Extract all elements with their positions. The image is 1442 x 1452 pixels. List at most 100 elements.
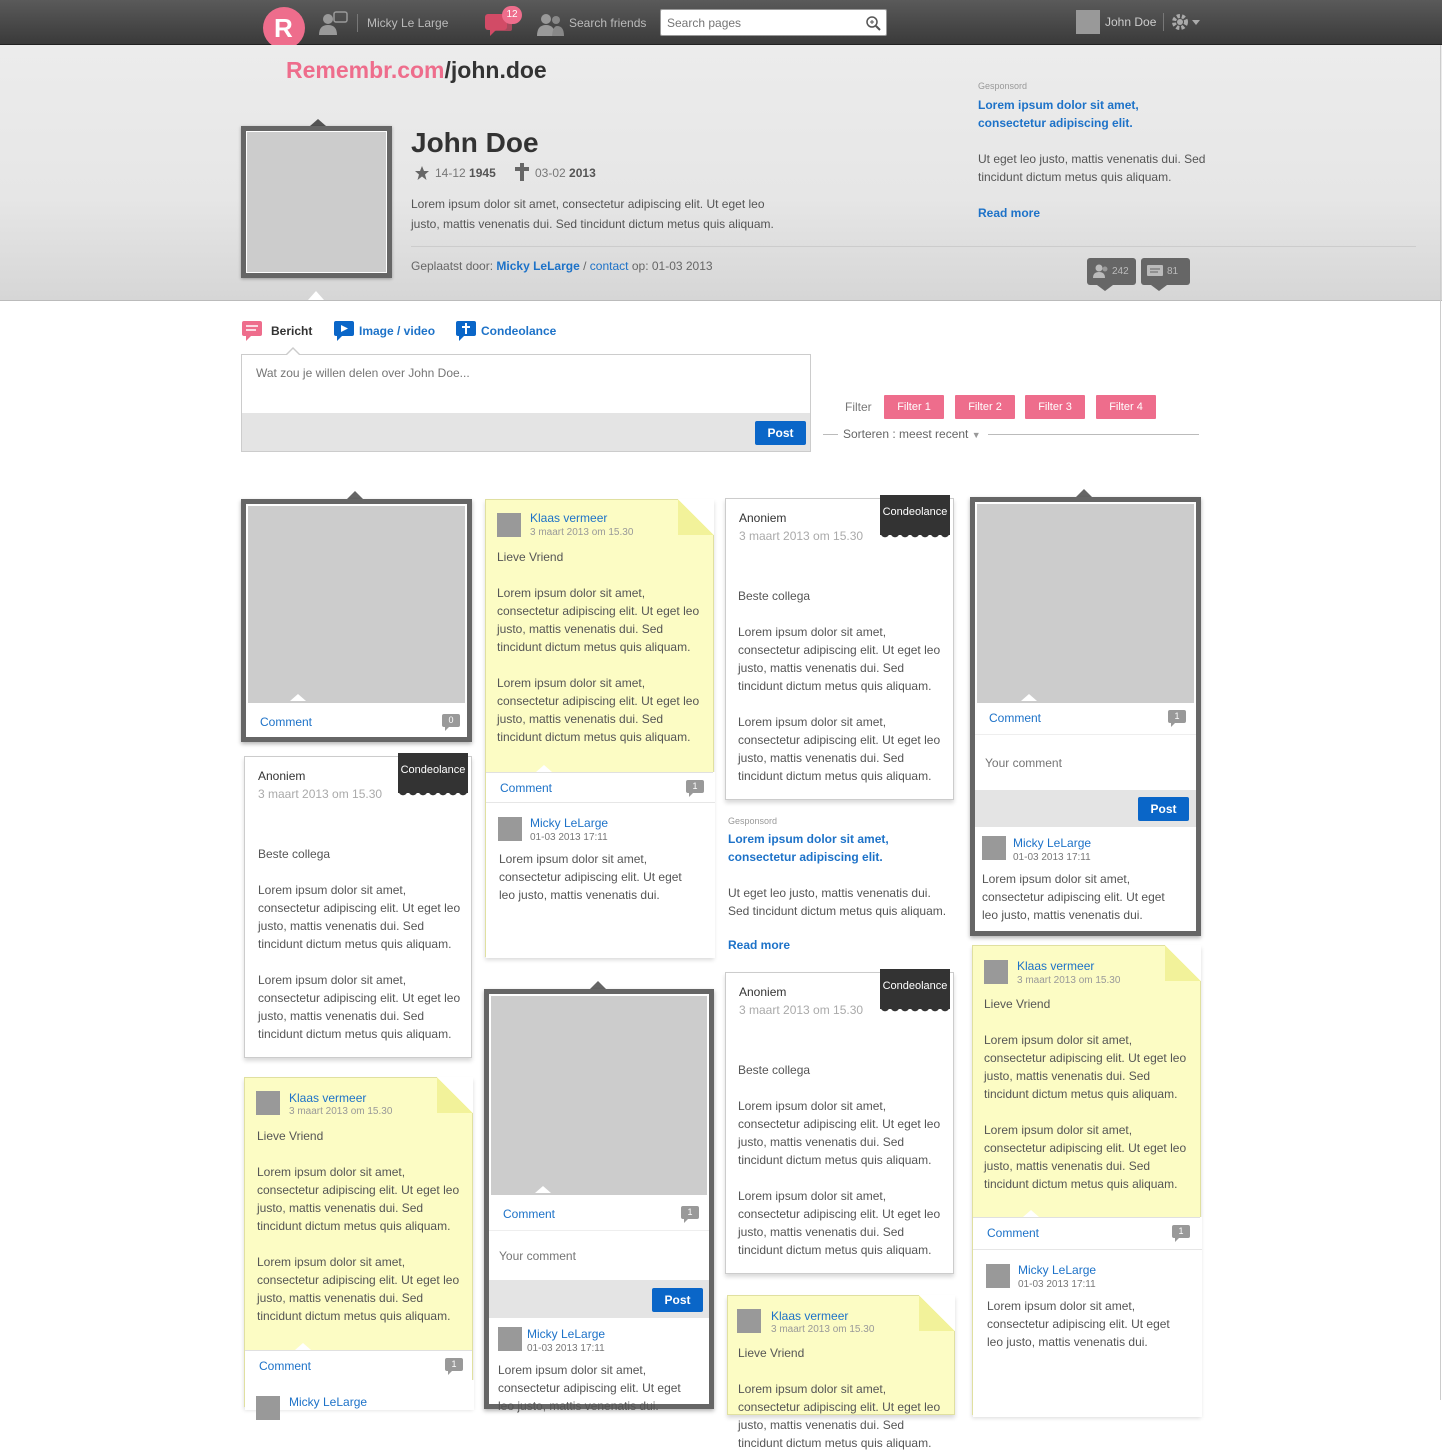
notification-badge: 12 [502, 6, 522, 24]
comment-date: 01-03 2013 17:11 [1013, 852, 1091, 863]
avatar[interactable] [498, 817, 522, 841]
condolence-badge: Condeolance [880, 495, 950, 541]
post-body: Lorem ipsum dolor sit amet, consectetur … [738, 1189, 941, 1257]
comment-input[interactable] [489, 1230, 709, 1280]
commenter-link[interactable]: Micky LeLarge [527, 1325, 605, 1343]
post-greeting: Beste collega [258, 847, 331, 861]
post-body: Lorem ipsum dolor sit amet, consectetur … [497, 676, 700, 744]
sponsored-body: Ut eget leo justo, mattis venenatis dui.… [728, 886, 947, 918]
photo-post[interactable]: Comment 1 Post Micky LeLarge 01-03 2013 … [970, 497, 1201, 936]
profile-photo-frame[interactable] [241, 126, 392, 278]
commenter-link[interactable]: Micky LeLarge [289, 1393, 367, 1411]
settings-gear-icon[interactable] [1170, 12, 1204, 32]
post-greeting: Lieve Vriend [497, 550, 564, 564]
sponsored-read-more-link[interactable]: Read more [978, 206, 1040, 220]
current-user-name[interactable]: Micky Le Large [367, 16, 448, 30]
post-greeting: Lieve Vriend [738, 1346, 805, 1360]
comment-count-badge: 1 [1172, 1225, 1190, 1242]
post-greeting: Lieve Vriend [257, 1129, 324, 1143]
author-link[interactable]: Klaas vermeer [530, 509, 607, 527]
filter-1-button[interactable]: Filter 1 [884, 395, 944, 419]
sponsored-title-link[interactable]: Lorem ipsum dolor sit amet, consectetur … [978, 96, 1178, 132]
post-date: 3 maart 2013 om 15.30 [771, 1324, 875, 1335]
filter-3-button[interactable]: Filter 3 [1025, 395, 1085, 419]
post-body: Lorem ipsum dolor sit amet, consectetur … [738, 1099, 941, 1167]
people-chat-icon[interactable] [318, 11, 348, 35]
post-body: Lorem ipsum dolor sit amet, consectetur … [258, 883, 461, 951]
post-photo [491, 996, 707, 1195]
condolence-badge: Condeolance [398, 753, 468, 799]
comments-icon [1147, 265, 1163, 278]
comment-link[interactable]: Comment [260, 715, 312, 729]
comment-input[interactable] [975, 734, 1196, 790]
sponsored-read-more-link[interactable]: Read more [728, 938, 953, 952]
condolence-post: Anoniem 3 maart 2013 om 15.30 Condeolanc… [725, 495, 954, 800]
post-body: Lorem ipsum dolor sit amet, consectetur … [984, 1033, 1187, 1101]
search-friends-link[interactable]: Search friends [569, 16, 646, 30]
avatar[interactable] [982, 836, 1006, 860]
search-pages-input[interactable] [667, 14, 857, 31]
comment-link[interactable]: Comment [987, 1226, 1039, 1240]
sponsored-label: Gesponsord [978, 81, 1028, 91]
avatar[interactable] [984, 960, 1008, 984]
comment-link[interactable]: Comment [503, 1207, 555, 1221]
condolence-post: Anoniem 3 maart 2013 om 15.30 Condeolanc… [725, 969, 954, 1274]
account-name[interactable]: John Doe [1105, 15, 1156, 29]
messages-count-badge[interactable]: 81 [1141, 258, 1190, 285]
avatar[interactable] [737, 1309, 761, 1333]
comment-count-badge: 1 [681, 1206, 699, 1223]
photo-post[interactable]: Comment 1 Post Micky LeLarge 01-03 2013 … [484, 989, 714, 1413]
post-date: 3 maart 2013 om 15.30 [1017, 975, 1121, 986]
post-body: Lorem ipsum dolor sit amet, consectetur … [257, 1165, 460, 1233]
birth-star-icon [414, 165, 430, 181]
account-avatar[interactable] [1076, 10, 1100, 34]
posted-by-user-link[interactable]: Micky LeLarge [496, 259, 579, 273]
avatar[interactable] [256, 1091, 280, 1115]
commenter-link[interactable]: Micky LeLarge [530, 814, 608, 832]
sponsored-title-link[interactable]: Lorem ipsum dolor sit amet, consectetur … [728, 830, 953, 866]
compose-post-button[interactable]: Post [755, 421, 806, 445]
death-cross-icon [514, 163, 530, 181]
post-greeting: Beste collega [738, 589, 811, 603]
sponsored-label: Gesponsord [728, 816, 778, 826]
commenter-link[interactable]: Micky LeLarge [1013, 834, 1091, 852]
followers-icon [1093, 264, 1109, 278]
search-pages-box[interactable] [660, 9, 887, 36]
filter-4-button[interactable]: Filter 4 [1096, 395, 1156, 419]
friends-icon[interactable] [535, 12, 565, 36]
avatar[interactable] [986, 1264, 1010, 1288]
search-icon[interactable] [865, 15, 881, 31]
avatar[interactable] [498, 1327, 522, 1351]
followers-count-badge[interactable]: 242 [1087, 258, 1136, 285]
comment-body: Lorem ipsum dolor sit amet, consectetur … [499, 852, 682, 902]
sort-dropdown[interactable]: Sorteren : meest recent ▼ [843, 427, 981, 441]
posted-by-line: Geplaatst door: Micky LeLarge / contact … [411, 259, 713, 273]
comment-post-button[interactable]: Post [1138, 797, 1189, 821]
compose-input[interactable] [242, 355, 810, 413]
contact-link[interactable]: contact [590, 259, 629, 273]
author-name: Anoniem [258, 769, 306, 783]
condolence-post: Anoniem 3 maart 2013 om 15.30 Condeolanc… [244, 753, 472, 1058]
post-body: Lorem ipsum dolor sit amet, consectetur … [258, 973, 461, 1041]
tab-image-video-label: Image / video [359, 324, 436, 338]
messages-count: 81 [1167, 266, 1179, 277]
comment-post-button[interactable]: Post [652, 1288, 703, 1312]
commenter-link[interactable]: Micky LeLarge [1018, 1261, 1096, 1279]
post-date: 3 maart 2013 om 15.30 [258, 787, 383, 801]
comment-link[interactable]: Comment [500, 781, 552, 795]
avatar[interactable] [497, 513, 521, 537]
filter-2-button[interactable]: Filter 2 [955, 395, 1015, 419]
cross-icon [455, 320, 477, 342]
svg-text:R: R [274, 13, 293, 43]
author-name: Anoniem [739, 985, 787, 999]
author-name: Anoniem [739, 511, 787, 525]
author-link[interactable]: Klaas vermeer [1017, 957, 1094, 975]
comment-body: Lorem ipsum dolor sit amet, consectetur … [982, 872, 1165, 922]
logo-brand[interactable]: Remembr.com/john.doe [286, 57, 547, 84]
comment-link[interactable]: Comment [989, 711, 1041, 725]
photo-post[interactable]: Comment 0 [241, 499, 472, 742]
message-post: Klaas vermeer 3 maart 2013 om 15.30 Liev… [972, 945, 1202, 1417]
post-body: Lorem ipsum dolor sit amet, consectetur … [257, 1255, 460, 1323]
comment-link[interactable]: Comment [259, 1359, 311, 1373]
comment-count-badge: 0 [442, 714, 460, 731]
